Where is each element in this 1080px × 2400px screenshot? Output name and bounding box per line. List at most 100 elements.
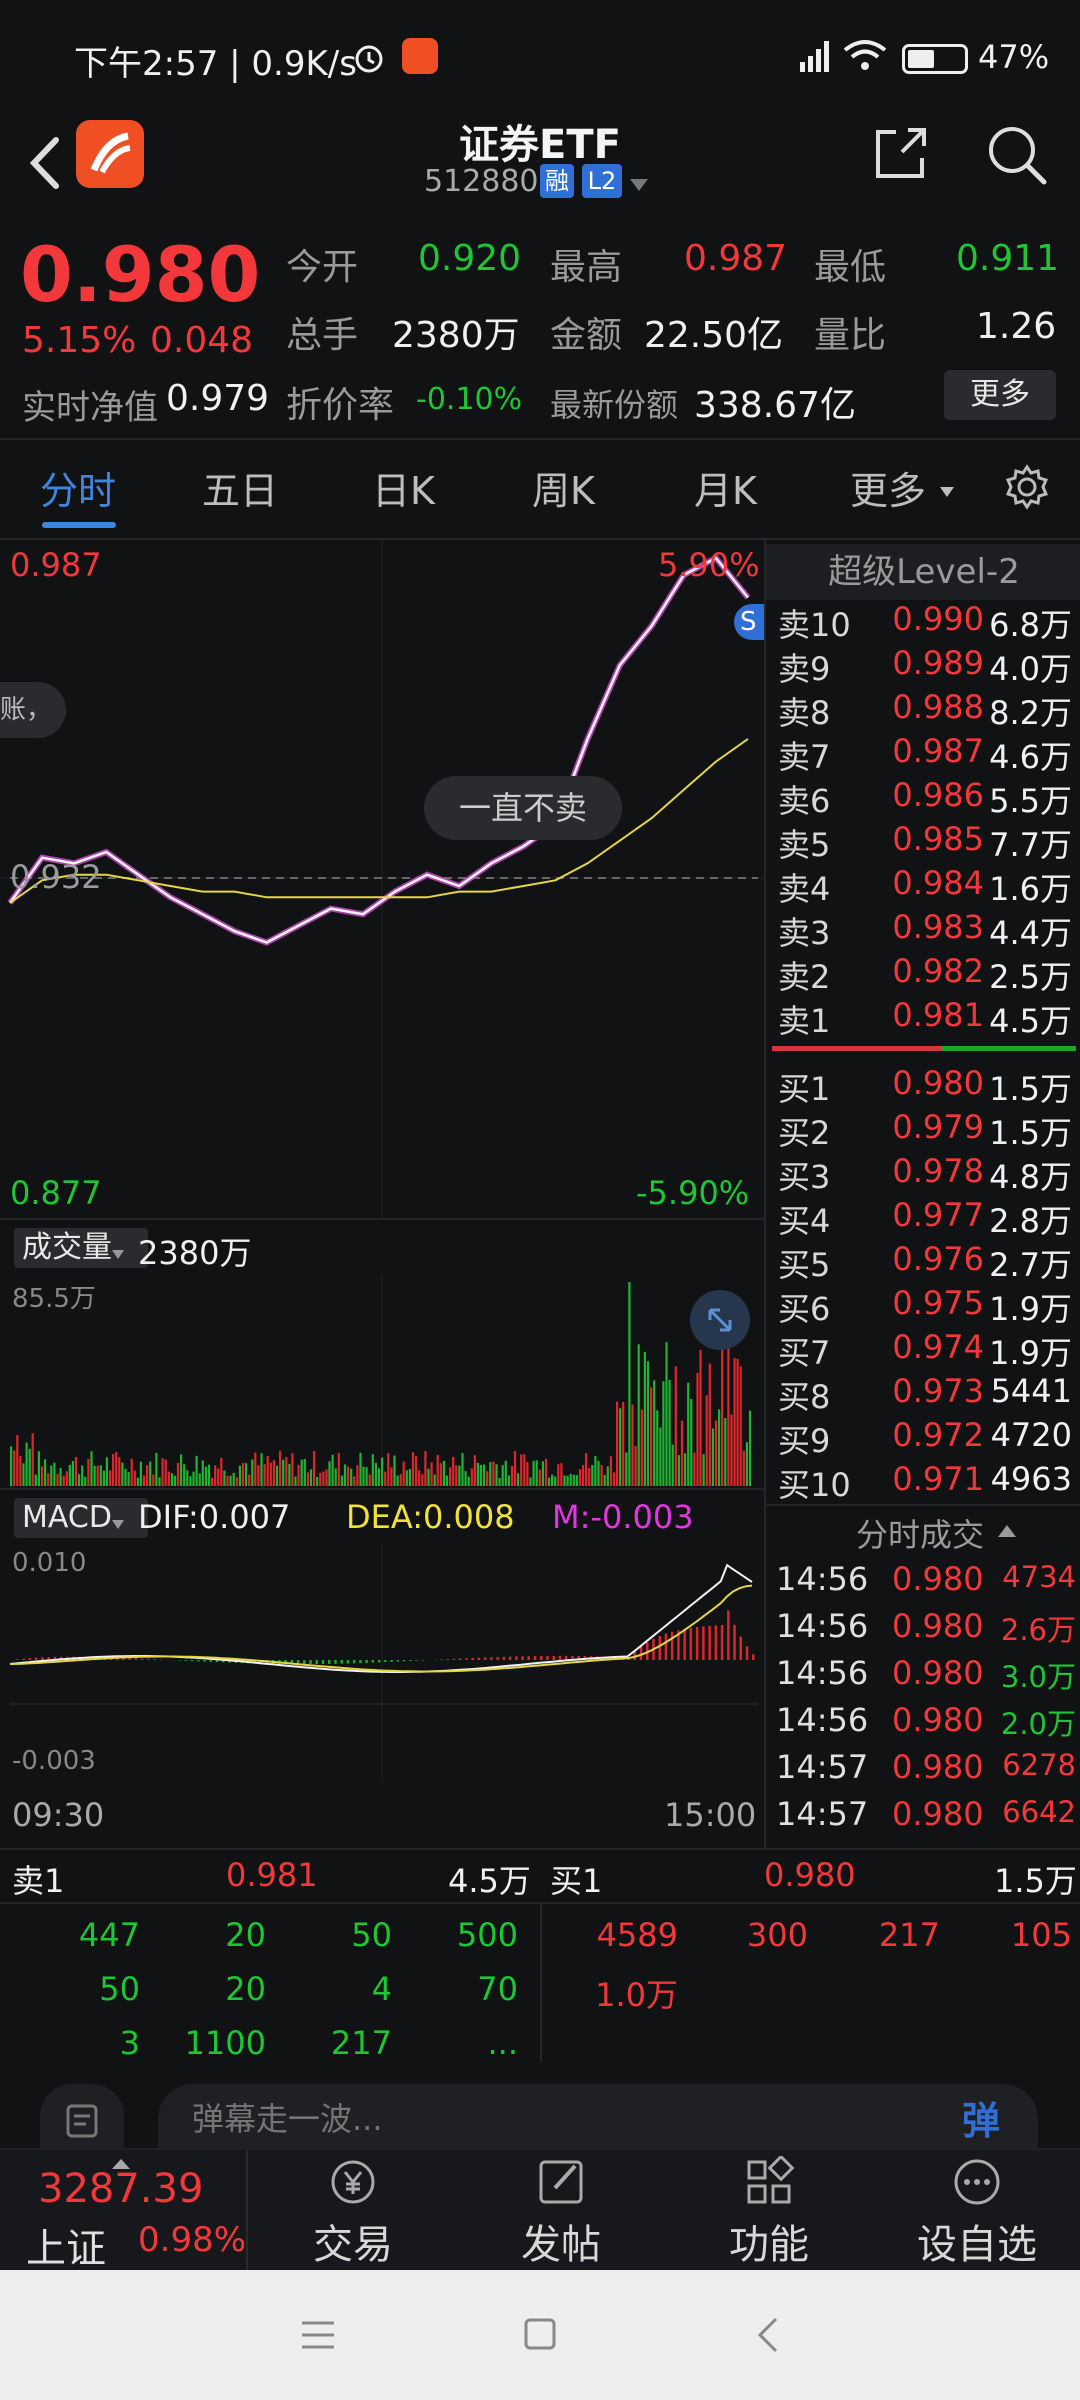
macd-histogram-bar [558,1655,562,1660]
back-icon[interactable] [22,128,66,202]
ticks-title[interactable]: 分时成交 [856,1510,984,1556]
tab-post-label: 发帖 [521,2222,601,2268]
tick-price: 0.980 [892,1654,984,1692]
tab-daily-k[interactable]: 日K [372,460,435,515]
bid-row[interactable]: 买1 0.980 1.5万 [772,1064,1076,1108]
bid-row[interactable]: 买8 0.973 5441 [772,1372,1076,1416]
volume-bar [214,1465,217,1486]
macd-histogram-bar [739,1636,742,1660]
bid-row[interactable]: 买3 0.978 4.8万 [772,1152,1076,1196]
volume-bar [625,1452,628,1486]
bid-volume: 4720 [990,1416,1072,1454]
back-nav-icon[interactable] [756,2316,780,2358]
volume-bar [350,1468,353,1486]
volume-bar [415,1455,418,1486]
bid-row[interactable]: 买5 0.976 2.7万 [772,1240,1076,1284]
volume-indicator-select[interactable]: 成交量 [14,1228,148,1268]
volume-bar [569,1473,572,1486]
bid-row[interactable]: 买10 0.971 4963 [772,1460,1076,1504]
expand-icon[interactable] [690,1290,750,1350]
macd-histogram-bar [658,1636,661,1660]
volume-bar [507,1475,510,1486]
ask-row[interactable]: 卖1 0.981 4.5万 [772,996,1076,1040]
sell-marker[interactable]: S [734,604,764,640]
tab-weekly-k[interactable]: 周K [532,460,595,515]
ask-row[interactable]: 卖3 0.983 4.4万 [772,908,1076,952]
ask-row[interactable]: 卖5 0.985 7.7万 [772,820,1076,864]
volume-bar [560,1463,563,1486]
level2-title[interactable]: 超级Level-2 [766,544,1080,600]
volume-bar [50,1465,53,1486]
sell-queue-order: 500 [456,1916,518,1954]
volume-bar [594,1456,597,1486]
volume-bar [501,1465,504,1486]
volume-ratio-value: 1.26 [976,306,1057,347]
battery-percent: 47% [978,38,1050,76]
volume-bar [112,1454,115,1486]
macd-histogram-bar [371,1660,375,1663]
macd-histogram-bar [159,1659,163,1660]
tab-post[interactable]: 发帖 [456,2150,666,2272]
ask-row[interactable]: 卖6 0.986 5.5万 [772,776,1076,820]
volume-bar [739,1366,742,1486]
volume-bar [183,1464,186,1486]
bid-row[interactable]: 买9 0.972 4720 [772,1416,1076,1460]
danmaku-list-icon[interactable] [40,2084,124,2148]
settings-gear-icon[interactable] [1004,464,1050,514]
index-ticker[interactable]: 3287.39 上证 0.98% [0,2150,248,2272]
home-icon[interactable] [524,2318,556,2354]
tab-trade[interactable]: 交易 [248,2150,458,2272]
tab-add-watchlist[interactable]: 设自选 [872,2150,1080,2272]
volume-hand-value: 2380万 [392,315,520,356]
shares-label: 最新份额 [550,386,679,424]
tick-row: 14:57 0.980 6642 [774,1795,1076,1841]
ask-row[interactable]: 卖9 0.989 4.0万 [772,644,1076,688]
volume-bar [31,1433,34,1486]
volume-total: 2380万 [138,1234,252,1272]
tick-volume: 6278 [1002,1748,1076,1782]
tab-more[interactable]: 更多 [850,460,926,515]
tab-monthly-k[interactable]: 月K [694,460,757,515]
ask-row[interactable]: 卖8 0.988 8.2万 [772,688,1076,732]
bid-row[interactable]: 买4 0.977 2.8万 [772,1196,1076,1240]
price-line [8,556,749,944]
danmaku-send-button[interactable]: 弹 [962,2090,1000,2145]
volume-bar [733,1358,736,1486]
ask-level-label: 卖3 [778,914,831,952]
macd-indicator-select[interactable]: MACD [14,1498,148,1538]
tab-intraday[interactable]: 分时 [40,460,116,515]
chevron-down-icon[interactable] [630,176,648,195]
tick-price: 0.980 [892,1560,984,1598]
macd-histogram-bar [452,1658,456,1660]
macd-histogram-bar [190,1660,194,1662]
tick-price: 0.980 [892,1795,984,1833]
ask-row[interactable]: 卖10 0.990 6.8万 [772,600,1076,644]
ask-level-label: 卖10 [778,606,851,644]
tab-five-day[interactable]: 五日 [202,460,278,515]
ask-row[interactable]: 卖7 0.987 4.6万 [772,732,1076,776]
top-bar: 证券ETF 512880 融 L2 [0,118,1080,220]
bid-row[interactable]: 买7 0.974 1.9万 [772,1328,1076,1372]
menu-icon[interactable] [300,2320,336,2354]
danmaku-input[interactable] [158,2084,1038,2154]
volume-bar [708,1363,711,1486]
volume-bar [384,1471,387,1486]
volume-bar [572,1474,575,1486]
macd-histogram-bar [689,1628,693,1660]
more-button[interactable]: 更多 [944,370,1056,420]
ask-row[interactable]: 卖4 0.984 1.6万 [772,864,1076,908]
price-chart[interactable] [0,538,764,1218]
volume-bar [251,1459,254,1486]
bid-row[interactable]: 买2 0.979 1.5万 [772,1108,1076,1152]
volume-bar [619,1408,622,1486]
tab-functions[interactable]: 功能 [664,2150,874,2272]
quote-panel: 0.980 5.15% 0.048 实时净值 0.979 今开 0.920 最高… [0,220,1080,440]
ask-row[interactable]: 卖2 0.982 2.5万 [772,952,1076,996]
bid-row[interactable]: 买6 0.975 1.9万 [772,1284,1076,1328]
volume-bar [544,1458,548,1486]
share-icon[interactable] [872,124,930,186]
volume-bar [118,1457,121,1486]
volume-bar [343,1464,347,1486]
bid-price: 0.978 [892,1152,984,1190]
search-icon[interactable] [984,122,1048,190]
